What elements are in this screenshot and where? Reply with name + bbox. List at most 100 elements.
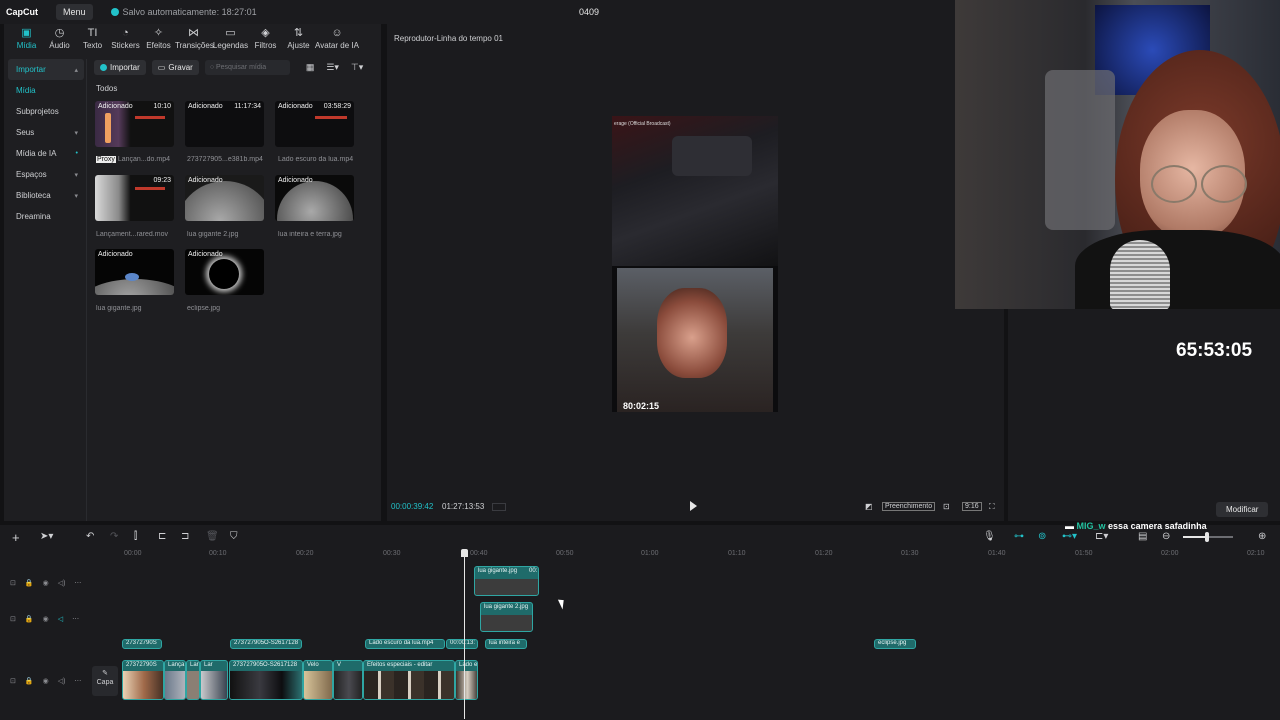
media-thumb[interactable]: 09:23 xyxy=(95,175,174,221)
magnet-icon[interactable]: ⊚ xyxy=(1038,531,1046,542)
fullscreen-icon[interactable]: ⛶ xyxy=(989,502,995,512)
search-input[interactable]: ○ Pesquisar mídia xyxy=(204,60,290,75)
lock-icon[interactable]: 🔒 xyxy=(25,579,34,587)
timeline-list-icon[interactable] xyxy=(492,503,506,511)
main-clip[interactable]: Lar xyxy=(200,660,228,700)
nav-spaces[interactable]: Espaços ▾ xyxy=(8,164,84,185)
label-clip[interactable]: eclipse.jpg xyxy=(874,639,916,649)
media-name: eclipse.jpg xyxy=(187,305,221,312)
select-tool-icon[interactable]: ➤▾ xyxy=(40,531,53,542)
time-ruler[interactable]: 00:00 00:10 00:20 00:30 00:40 00:50 01:0… xyxy=(0,547,1280,561)
mic-icon[interactable]: 🎙 xyxy=(983,531,996,542)
tab-transitions[interactable]: ⋈ Transições xyxy=(175,24,214,52)
main-clip[interactable]: Lado e xyxy=(455,660,478,700)
tab-effects[interactable]: ✧ Efeitos xyxy=(142,24,175,52)
label-clip[interactable]: lua inteira e xyxy=(485,639,527,649)
adjust-icon: ⇅ xyxy=(293,27,304,39)
label-clip[interactable]: 273727905O-S2617128 xyxy=(230,639,302,649)
label-clip[interactable]: Lado escuro da lua.mp4 xyxy=(365,639,445,649)
screenshot-icon[interactable]: ⊡ xyxy=(943,502,950,511)
zoom-slider-handle[interactable] xyxy=(1205,532,1209,542)
media-thumb[interactable]: Adicionado xyxy=(185,249,264,295)
tab-ai-avatar[interactable]: ☺ Avatar de IA xyxy=(315,24,359,52)
marker-icon[interactable]: ⛉ xyxy=(230,531,238,542)
volume-icon[interactable]: ◁) xyxy=(58,579,66,587)
nav-dreamina[interactable]: Dreamina xyxy=(8,206,84,227)
tab-captions[interactable]: ▭ Legendas xyxy=(212,24,249,52)
more-icon[interactable]: ⋯ xyxy=(72,615,79,623)
nav-media[interactable]: Mídia xyxy=(8,80,84,101)
lock-icon[interactable]: 🔒 xyxy=(25,615,34,623)
media-thumb[interactable]: Adicionado 03:58:29 xyxy=(275,101,354,147)
zoom-slider[interactable] xyxy=(1183,532,1233,542)
preview-axis-icon[interactable]: ⊏▾ xyxy=(1095,531,1108,542)
nav-yours[interactable]: Seus ▾ xyxy=(8,122,84,143)
tab-text[interactable]: TI Texto xyxy=(76,24,109,52)
media-thumb[interactable]: Adicionado 11:17:34 xyxy=(185,101,264,147)
label-clip[interactable]: 00:00:13: xyxy=(446,639,478,649)
redo-icon[interactable]: ↷ xyxy=(110,531,118,542)
crop-icon[interactable]: ◩ xyxy=(865,502,873,511)
main-clip[interactable]: V xyxy=(333,660,363,700)
ruler-tick: 01:00 xyxy=(641,550,659,557)
cover-button[interactable]: ✎ Capa xyxy=(92,666,118,696)
media-thumb[interactable]: Adicionado xyxy=(95,249,174,295)
playhead[interactable] xyxy=(464,549,465,719)
tab-filters[interactable]: ◈ Filtros xyxy=(249,24,282,52)
modify-button[interactable]: Modificar xyxy=(1216,502,1269,517)
sort-icon[interactable]: ☰▾ xyxy=(326,62,339,73)
import-button[interactable]: Importar xyxy=(94,60,146,75)
volume-icon[interactable]: ◁) xyxy=(58,677,66,685)
main-clip[interactable]: Lança xyxy=(164,660,186,700)
tab-media[interactable]: ▣ Mídia xyxy=(10,24,43,52)
overlay-clip[interactable]: lua gigante.jpg 00: xyxy=(474,566,539,596)
tab-stickers[interactable]: ◔ Stickers xyxy=(109,24,142,52)
snap-icon[interactable]: ⊷▾ xyxy=(1062,531,1077,542)
main-clip[interactable]: Lar xyxy=(186,660,200,700)
zoom-out-icon[interactable]: ⊖ xyxy=(1162,531,1170,542)
volume-icon[interactable]: ◁ xyxy=(58,615,63,623)
lock-icon[interactable]: 🔒 xyxy=(25,677,34,685)
zoom-in-icon[interactable]: ⊕ xyxy=(1258,531,1266,542)
main-clip[interactable]: 27372790S xyxy=(122,660,164,700)
record-button[interactable]: ▭ Gravar xyxy=(151,60,199,75)
media-thumb[interactable]: Adicionado 10:10 xyxy=(95,101,174,147)
track-toggle-icon[interactable]: ⊡ xyxy=(10,579,16,587)
track-toggle-icon[interactable]: ⊡ xyxy=(10,615,16,623)
play-button[interactable] xyxy=(690,501,697,511)
main-clip[interactable]: 273727905O-S2617128 xyxy=(229,660,303,700)
video-preview[interactable]: erage (Official Broadcast) 80:02:15 xyxy=(612,116,778,412)
tab-audio[interactable]: ◷ Áudio xyxy=(43,24,76,52)
delete-icon[interactable]: 🗑 xyxy=(206,531,219,542)
split-icon[interactable]: ⫿ xyxy=(134,531,137,542)
nav-label: Seus xyxy=(16,128,35,137)
eye-icon[interactable]: ◉ xyxy=(43,615,49,623)
undo-icon[interactable]: ↶ xyxy=(86,531,94,542)
split-right-icon[interactable]: ⊐ xyxy=(181,531,189,542)
main-clip[interactable]: Efeitos especiais - editar xyxy=(363,660,455,700)
fill-button[interactable]: Preenchimento xyxy=(882,502,936,511)
aspect-ratio-button[interactable]: 9:16 xyxy=(962,502,982,511)
more-icon[interactable]: ⋯ xyxy=(74,677,81,685)
eye-icon[interactable]: ◉ xyxy=(43,579,49,587)
menu-button[interactable]: Menu xyxy=(56,4,93,20)
label-clip[interactable]: 27372790S xyxy=(122,639,162,649)
nav-ai-media[interactable]: Mídia de IA • xyxy=(8,143,84,164)
nav-import[interactable]: Importar ▴ xyxy=(8,59,84,80)
nav-subprojects[interactable]: Subprojetos xyxy=(8,101,84,122)
link-icon[interactable]: ⊶ xyxy=(1014,531,1024,542)
tab-adjust[interactable]: ⇅ Ajuste xyxy=(282,24,315,52)
more-icon[interactable]: ⋯ xyxy=(74,579,81,587)
filter-icon[interactable]: ⊤▾ xyxy=(351,62,363,73)
media-thumb[interactable]: Adicionado xyxy=(185,175,264,221)
eye-icon[interactable]: ◉ xyxy=(43,677,49,685)
track-toggle-icon[interactable]: ⊡ xyxy=(10,677,16,685)
nav-library[interactable]: Biblioteca ▾ xyxy=(8,185,84,206)
add-track-icon[interactable]: + xyxy=(12,530,20,545)
caption-icon[interactable]: ▤ xyxy=(1138,531,1147,542)
grid-view-icon[interactable]: ▦ xyxy=(306,62,315,73)
overlay-clip[interactable]: lua gigante 2.jpg xyxy=(480,602,533,632)
main-clip[interactable]: Velo xyxy=(303,660,333,700)
media-thumb[interactable]: Adicionado xyxy=(275,175,354,221)
split-left-icon[interactable]: ⊏ xyxy=(158,531,166,542)
